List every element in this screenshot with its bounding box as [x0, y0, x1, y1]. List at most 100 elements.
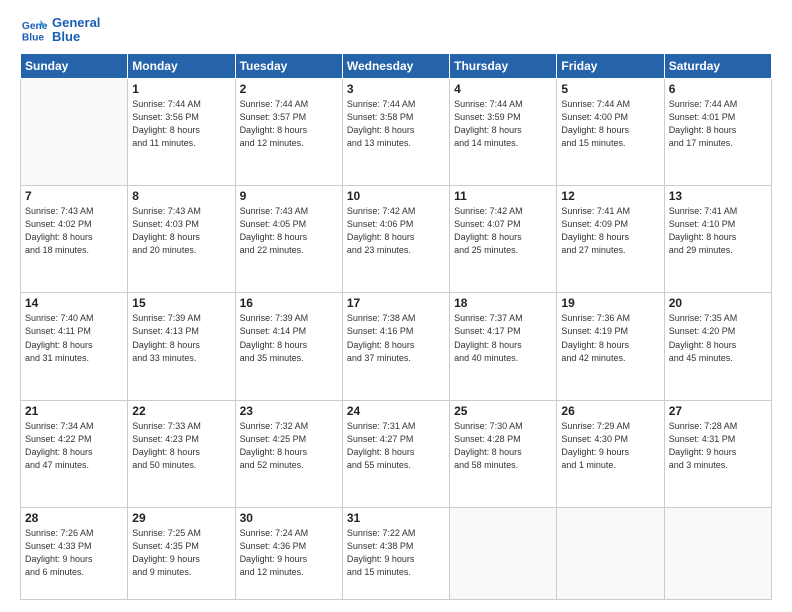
day-info: Sunrise: 7:43 AM Sunset: 4:03 PM Dayligh…: [132, 205, 230, 257]
day-number: 7: [25, 189, 123, 203]
day-number: 14: [25, 296, 123, 310]
calendar-table: SundayMondayTuesdayWednesdayThursdayFrid…: [20, 53, 772, 600]
header: General Blue General Blue: [20, 16, 772, 45]
week-row-1: 1Sunrise: 7:44 AM Sunset: 3:56 PM Daylig…: [21, 78, 772, 185]
day-number: 30: [240, 511, 338, 525]
calendar-cell: 2Sunrise: 7:44 AM Sunset: 3:57 PM Daylig…: [235, 78, 342, 185]
calendar-cell: 9Sunrise: 7:43 AM Sunset: 4:05 PM Daylig…: [235, 186, 342, 293]
calendar-cell: 13 Sunrise: 7:41 AM Sunset: 4:10 PM Dayli…: [664, 186, 771, 293]
day-info: Sunrise: 7:36 AM Sunset: 4:19 PM Dayligh…: [561, 312, 659, 364]
day-info: Sunrise: 7:41 AM Sunset: 4:10 PM Dayligh…: [669, 205, 767, 257]
weekday-header-sunday: Sunday: [21, 53, 128, 78]
calendar-cell: 3 Sunrise: 7:44 AM Sunset: 3:58 PM Daylig…: [342, 78, 449, 185]
day-info: Sunrise: 7:42 AM Sunset: 4:06 PM Dayligh…: [347, 205, 445, 257]
calendar-cell: 12Sunrise: 7:41 AM Sunset: 4:09 PM Dayli…: [557, 186, 664, 293]
day-info: Sunrise: 7:40 AM Sunset: 4:11 PM Dayligh…: [25, 312, 123, 364]
day-number: 19: [561, 296, 659, 310]
calendar-cell: 20Sunrise: 7:35 AM Sunset: 4:20 PM Dayli…: [664, 293, 771, 400]
calendar-cell: 14 Sunrise: 7:40 AM Sunset: 4:11 PM Dayli…: [21, 293, 128, 400]
day-number: 11: [454, 189, 552, 203]
calendar-cell: [21, 78, 128, 185]
day-info: Sunrise: 7:44 AM Sunset: 4:01 PM Dayligh…: [669, 98, 767, 150]
calendar-cell: 26 Sunrise: 7:29 AM Sunset: 4:30 PM Dayli…: [557, 400, 664, 507]
day-info: Sunrise: 7:29 AM Sunset: 4:30 PM Dayligh…: [561, 420, 659, 472]
calendar-cell: 18 Sunrise: 7:37 AM Sunset: 4:17 PM Dayli…: [450, 293, 557, 400]
day-info: Sunrise: 7:43 AM Sunset: 4:02 PM Dayligh…: [25, 205, 123, 257]
calendar-cell: 10 Sunrise: 7:42 AM Sunset: 4:06 PM Dayli…: [342, 186, 449, 293]
day-number: 24: [347, 404, 445, 418]
day-number: 1: [132, 82, 230, 96]
calendar-cell: [450, 508, 557, 600]
day-number: 8: [132, 189, 230, 203]
day-info: Sunrise: 7:31 AM Sunset: 4:27 PM Dayligh…: [347, 420, 445, 472]
day-number: 21: [25, 404, 123, 418]
calendar-cell: 17Sunrise: 7:38 AM Sunset: 4:16 PM Dayli…: [342, 293, 449, 400]
calendar-body: 1Sunrise: 7:44 AM Sunset: 3:56 PM Daylig…: [21, 78, 772, 599]
day-number: 10: [347, 189, 445, 203]
day-info: Sunrise: 7:42 AM Sunset: 4:07 PM Dayligh…: [454, 205, 552, 257]
day-info: Sunrise: 7:33 AM Sunset: 4:23 PM Dayligh…: [132, 420, 230, 472]
day-number: 26: [561, 404, 659, 418]
day-info: Sunrise: 7:44 AM Sunset: 3:57 PM Dayligh…: [240, 98, 338, 150]
day-number: 22: [132, 404, 230, 418]
day-info: Sunrise: 7:38 AM Sunset: 4:16 PM Dayligh…: [347, 312, 445, 364]
day-number: 9: [240, 189, 338, 203]
weekday-header-saturday: Saturday: [664, 53, 771, 78]
weekday-header-wednesday: Wednesday: [342, 53, 449, 78]
calendar-cell: 27Sunrise: 7:28 AM Sunset: 4:31 PM Dayli…: [664, 400, 771, 507]
day-info: Sunrise: 7:32 AM Sunset: 4:25 PM Dayligh…: [240, 420, 338, 472]
day-number: 25: [454, 404, 552, 418]
day-number: 4: [454, 82, 552, 96]
day-number: 16: [240, 296, 338, 310]
svg-text:General: General: [22, 21, 48, 32]
calendar-cell: 1Sunrise: 7:44 AM Sunset: 3:56 PM Daylig…: [128, 78, 235, 185]
logo-text: General Blue: [52, 16, 100, 45]
calendar-cell: 25 Sunrise: 7:30 AM Sunset: 4:28 PM Dayli…: [450, 400, 557, 507]
day-info: Sunrise: 7:35 AM Sunset: 4:20 PM Dayligh…: [669, 312, 767, 364]
logo-icon: General Blue: [20, 16, 48, 44]
day-info: Sunrise: 7:39 AM Sunset: 4:13 PM Dayligh…: [132, 312, 230, 364]
calendar-header: SundayMondayTuesdayWednesdayThursdayFrid…: [21, 53, 772, 78]
calendar-cell: 23 Sunrise: 7:32 AM Sunset: 4:25 PM Dayli…: [235, 400, 342, 507]
day-number: 12: [561, 189, 659, 203]
day-info: Sunrise: 7:44 AM Sunset: 3:58 PM Dayligh…: [347, 98, 445, 150]
day-number: 23: [240, 404, 338, 418]
day-info: Sunrise: 7:30 AM Sunset: 4:28 PM Dayligh…: [454, 420, 552, 472]
calendar-cell: 16 Sunrise: 7:39 AM Sunset: 4:14 PM Dayli…: [235, 293, 342, 400]
calendar-cell: 6 Sunrise: 7:44 AM Sunset: 4:01 PM Daylig…: [664, 78, 771, 185]
calendar-cell: 5Sunrise: 7:44 AM Sunset: 4:00 PM Daylig…: [557, 78, 664, 185]
day-info: Sunrise: 7:34 AM Sunset: 4:22 PM Dayligh…: [25, 420, 123, 472]
calendar-page: General Blue General Blue SundayMondayTu…: [0, 0, 792, 612]
day-number: 27: [669, 404, 767, 418]
calendar-cell: 7 Sunrise: 7:43 AM Sunset: 4:02 PM Daylig…: [21, 186, 128, 293]
day-number: 3: [347, 82, 445, 96]
day-number: 31: [347, 511, 445, 525]
logo: General Blue General Blue: [20, 16, 100, 45]
calendar-cell: 31 Sunrise: 7:22 AM Sunset: 4:38 PM Dayli…: [342, 508, 449, 600]
calendar-cell: 21 Sunrise: 7:34 AM Sunset: 4:22 PM Dayli…: [21, 400, 128, 507]
calendar-cell: 29Sunrise: 7:25 AM Sunset: 4:35 PM Dayli…: [128, 508, 235, 600]
svg-text:Blue: Blue: [22, 33, 45, 44]
day-info: Sunrise: 7:37 AM Sunset: 4:17 PM Dayligh…: [454, 312, 552, 364]
weekday-header-tuesday: Tuesday: [235, 53, 342, 78]
day-number: 28: [25, 511, 123, 525]
calendar-cell: 24 Sunrise: 7:31 AM Sunset: 4:27 PM Dayli…: [342, 400, 449, 507]
day-number: 18: [454, 296, 552, 310]
weekday-header-thursday: Thursday: [450, 53, 557, 78]
day-info: Sunrise: 7:44 AM Sunset: 4:00 PM Dayligh…: [561, 98, 659, 150]
day-number: 15: [132, 296, 230, 310]
calendar-cell: 8 Sunrise: 7:43 AM Sunset: 4:03 PM Daylig…: [128, 186, 235, 293]
calendar-cell: [664, 508, 771, 600]
day-info: Sunrise: 7:25 AM Sunset: 4:35 PM Dayligh…: [132, 527, 230, 579]
weekday-header-monday: Monday: [128, 53, 235, 78]
calendar-cell: 11 Sunrise: 7:42 AM Sunset: 4:07 PM Dayli…: [450, 186, 557, 293]
weekday-header-row: SundayMondayTuesdayWednesdayThursdayFrid…: [21, 53, 772, 78]
day-number: 13: [669, 189, 767, 203]
day-info: Sunrise: 7:44 AM Sunset: 3:59 PM Dayligh…: [454, 98, 552, 150]
week-row-5: 28Sunrise: 7:26 AM Sunset: 4:33 PM Dayli…: [21, 508, 772, 600]
day-number: 6: [669, 82, 767, 96]
week-row-4: 21 Sunrise: 7:34 AM Sunset: 4:22 PM Dayli…: [21, 400, 772, 507]
day-info: Sunrise: 7:22 AM Sunset: 4:38 PM Dayligh…: [347, 527, 445, 579]
day-info: Sunrise: 7:39 AM Sunset: 4:14 PM Dayligh…: [240, 312, 338, 364]
day-info: Sunrise: 7:24 AM Sunset: 4:36 PM Dayligh…: [240, 527, 338, 579]
